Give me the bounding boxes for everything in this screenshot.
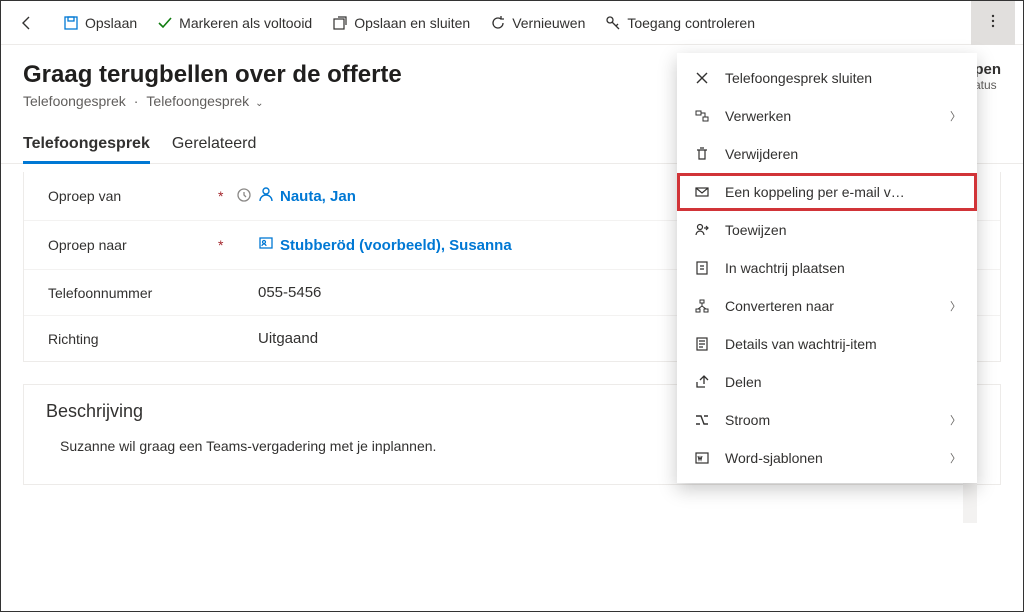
check-access-button[interactable]: Toegang controleren bbox=[595, 9, 765, 37]
trash-icon bbox=[693, 145, 711, 163]
menu-share[interactable]: Delen bbox=[677, 363, 977, 401]
tab-related[interactable]: Gerelateerd bbox=[172, 127, 257, 163]
menu-process[interactable]: Verwerken 〉 bbox=[677, 97, 977, 135]
phone-number-value: 055-5456 bbox=[258, 284, 321, 301]
recent-icon bbox=[236, 187, 254, 206]
tab-phone-call[interactable]: Telefoongesprek bbox=[23, 127, 150, 163]
save-close-button[interactable]: Opslaan en sluiten bbox=[322, 9, 480, 37]
queue-icon bbox=[693, 259, 711, 277]
save-close-icon bbox=[332, 15, 348, 31]
overflow-menu-button[interactable] bbox=[971, 1, 1015, 45]
menu-queue-item-details[interactable]: Details van wachtrij-item bbox=[677, 325, 977, 363]
convert-icon bbox=[693, 297, 711, 315]
mark-complete-button[interactable]: Markeren als voltooid bbox=[147, 9, 322, 37]
flow-icon bbox=[693, 411, 711, 429]
refresh-label: Vernieuwen bbox=[512, 15, 585, 31]
mark-complete-label: Markeren als voltooid bbox=[179, 15, 312, 31]
assign-icon bbox=[693, 221, 711, 239]
direction-value: Uitgaand bbox=[258, 330, 318, 347]
word-icon bbox=[693, 449, 711, 467]
menu-convert-to[interactable]: Converteren naar 〉 bbox=[677, 287, 977, 325]
save-icon bbox=[63, 15, 79, 31]
close-icon bbox=[693, 69, 711, 87]
overflow-dropdown: Telefoongesprek sluiten Verwerken 〉 Verw… bbox=[677, 53, 977, 483]
menu-add-to-queue[interactable]: In wachtrij plaatsen bbox=[677, 249, 977, 287]
contact-card-icon bbox=[258, 235, 274, 255]
chevron-right-icon: 〉 bbox=[950, 298, 961, 314]
required-icon: * bbox=[218, 188, 226, 204]
call-from-label: Oproep van bbox=[48, 188, 218, 204]
save-label: Opslaan bbox=[85, 15, 137, 31]
check-access-label: Toegang controleren bbox=[627, 15, 755, 31]
process-icon bbox=[693, 107, 711, 125]
email-link-icon bbox=[693, 183, 711, 201]
chevron-right-icon: 〉 bbox=[950, 450, 961, 466]
menu-close-phone-call[interactable]: Telefoongesprek sluiten bbox=[677, 59, 977, 97]
chevron-right-icon: 〉 bbox=[950, 412, 961, 428]
subtitle-separator: · bbox=[134, 93, 139, 109]
refresh-button[interactable]: Vernieuwen bbox=[480, 9, 595, 37]
menu-flow[interactable]: Stroom 〉 bbox=[677, 401, 977, 439]
details-icon bbox=[693, 335, 711, 353]
chevron-down-icon: ⌄ bbox=[255, 98, 263, 109]
call-to-label: Oproep naar bbox=[48, 237, 218, 253]
entity-name: Telefoongesprek bbox=[23, 93, 126, 109]
menu-email-link[interactable]: Een koppeling per e-mail v… bbox=[677, 173, 977, 211]
phone-number-label: Telefoonnummer bbox=[48, 285, 218, 301]
chevron-right-icon: 〉 bbox=[950, 108, 961, 124]
command-bar: Opslaan Markeren als voltooid Opslaan en… bbox=[1, 1, 1023, 45]
direction-label: Richting bbox=[48, 331, 218, 347]
share-icon bbox=[693, 373, 711, 391]
call-to-value[interactable]: Stubberöd (voorbeeld), Susanna bbox=[258, 235, 512, 255]
checkmark-icon bbox=[157, 15, 173, 31]
menu-delete[interactable]: Verwijderen bbox=[677, 135, 977, 173]
save-button[interactable]: Opslaan bbox=[53, 9, 147, 37]
call-from-value[interactable]: Nauta, Jan bbox=[258, 186, 356, 206]
refresh-icon bbox=[490, 15, 506, 31]
save-close-label: Opslaan en sluiten bbox=[354, 15, 470, 31]
back-button[interactable] bbox=[9, 9, 45, 37]
person-icon bbox=[258, 186, 274, 206]
more-vertical-icon bbox=[985, 13, 1001, 32]
form-selector[interactable]: Telefoongesprek ⌄ bbox=[146, 93, 263, 109]
arrow-left-icon bbox=[19, 15, 35, 31]
menu-word-templates[interactable]: Word-sjablonen 〉 bbox=[677, 439, 977, 477]
required-icon: * bbox=[218, 237, 226, 253]
menu-assign[interactable]: Toewijzen bbox=[677, 211, 977, 249]
key-icon bbox=[605, 15, 621, 31]
